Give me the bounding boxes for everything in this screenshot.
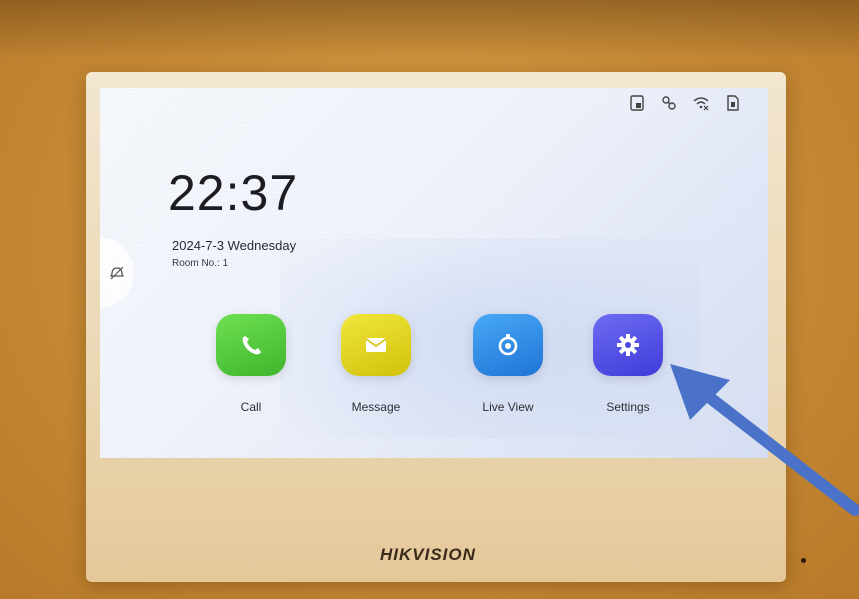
message-app[interactable]: Message xyxy=(331,314,421,414)
sd-card-icon xyxy=(628,94,646,112)
clock-date: 2024-7-3 Wednesday xyxy=(172,238,297,253)
phone-icon xyxy=(242,336,261,355)
camera-icon xyxy=(498,334,518,356)
side-drawer-tab[interactable] xyxy=(100,238,134,308)
call-tile[interactable] xyxy=(216,314,286,376)
live-view-label: Live View xyxy=(482,400,534,414)
room-number: Room No.: 1 xyxy=(172,258,229,269)
live-view-tile[interactable] xyxy=(473,314,543,376)
link-icon xyxy=(660,94,678,112)
clock-time: 22:37 xyxy=(168,165,299,221)
brand-logo: HIKVISION xyxy=(380,545,476,564)
message-tile[interactable] xyxy=(341,314,411,376)
status-bar xyxy=(628,94,742,112)
background-shadow xyxy=(0,0,859,60)
wifi-off-icon xyxy=(692,94,710,112)
mail-icon xyxy=(365,338,387,352)
settings-label: Settings xyxy=(606,400,650,414)
settings-tile[interactable] xyxy=(593,314,663,376)
message-label: Message xyxy=(351,400,401,414)
gear-icon xyxy=(617,334,639,356)
call-label: Call xyxy=(240,400,262,414)
mute-icon xyxy=(110,266,124,280)
annotation-arrow xyxy=(670,364,859,516)
call-app[interactable]: Call xyxy=(206,314,296,414)
live-view-app[interactable]: Live View xyxy=(463,314,553,414)
indicator-light xyxy=(801,558,806,563)
sim-icon xyxy=(724,94,742,112)
